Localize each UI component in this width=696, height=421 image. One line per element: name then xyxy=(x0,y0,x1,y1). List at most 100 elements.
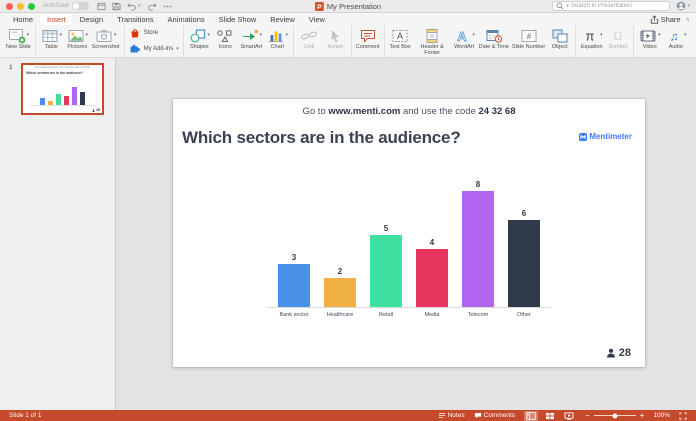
slide-editing-area[interactable]: Go to www.menti.com and use the code 24 … xyxy=(173,99,645,367)
slide-thumbnail[interactable]: Go to www.menti.com and use the code 24 … xyxy=(21,63,104,115)
zoom-out-icon[interactable]: − xyxy=(585,411,590,420)
comments-button[interactable]: Comments xyxy=(474,412,515,419)
my-add-ins-caret-icon[interactable]: ▾ xyxy=(176,46,179,52)
my-add-ins-button[interactable]: My Add-ins ▾ xyxy=(129,43,179,55)
tab-animations[interactable]: Animations xyxy=(161,14,212,25)
text-box-button[interactable]: A Text Box xyxy=(388,27,413,50)
slide-sorter-icon[interactable] xyxy=(543,411,557,421)
fit-slide-icon[interactable] xyxy=(679,411,687,420)
collapse-ribbon-icon[interactable]: ∧ xyxy=(686,16,690,23)
store-button[interactable]: Store xyxy=(129,27,158,39)
bar-value-label: 2 xyxy=(337,267,343,276)
shapes-caret-icon[interactable]: ▾ xyxy=(208,32,211,39)
undo-caret-icon[interactable]: ▾ xyxy=(138,3,141,9)
video-caret-icon[interactable]: ▾ xyxy=(658,32,661,39)
link-icon xyxy=(300,28,318,44)
bar-rect xyxy=(462,191,494,307)
screenshot-caret-icon[interactable]: ▾ xyxy=(114,32,117,39)
ribbon-group: ▾ Video ♫ ▾ Audio xyxy=(634,25,691,57)
tab-slide-show[interactable]: Slide Show xyxy=(212,14,264,25)
tab-insert[interactable]: Insert xyxy=(40,13,73,25)
tab-view[interactable]: View xyxy=(302,14,332,25)
video-button[interactable]: ▾ Video xyxy=(637,27,662,50)
tab-design[interactable]: Design xyxy=(73,14,110,25)
bar-bank-sector: 3 xyxy=(278,253,310,307)
quick-access-toolbar: ▾ xyxy=(97,2,172,11)
wordart-caret-icon[interactable]: ▾ xyxy=(472,32,475,39)
zoom-slider[interactable] xyxy=(593,413,636,418)
smartart-caret-icon[interactable]: ▾ xyxy=(260,32,263,39)
smartart-icon xyxy=(241,28,259,44)
tab-review[interactable]: Review xyxy=(263,14,302,25)
notes-button[interactable]: Notes xyxy=(438,412,465,419)
icons-button[interactable]: Icons xyxy=(213,27,238,50)
search-input[interactable] xyxy=(571,3,667,9)
tab-home[interactable]: Home xyxy=(6,14,40,25)
normal-view-icon[interactable] xyxy=(524,410,539,421)
zoom-control: − + xyxy=(585,411,645,420)
zoom-in-icon[interactable]: + xyxy=(640,411,645,420)
ribbon-group: A Text Box Header & Footer A ▾ WordArt Date & … xyxy=(385,25,577,57)
thumb-bar xyxy=(80,91,85,105)
chart-caret-icon[interactable]: ▾ xyxy=(286,32,289,39)
autosave-control[interactable]: AutoSave xyxy=(43,2,90,10)
search-box[interactable]: ▾ xyxy=(552,1,671,11)
close-window-icon[interactable] xyxy=(6,2,13,10)
header-footer-button[interactable]: Header & Footer xyxy=(414,27,451,57)
new-slide-label: New Slide xyxy=(6,44,31,50)
zoom-window-icon[interactable] xyxy=(28,2,35,10)
more-icon[interactable] xyxy=(163,2,172,11)
object-label: Object xyxy=(551,44,568,50)
autosave-toggle[interactable] xyxy=(72,2,90,10)
comments-label: Comments xyxy=(483,412,516,419)
thumb-bar xyxy=(64,96,69,105)
date-time-button[interactable]: Date & Time xyxy=(478,27,510,50)
object-button[interactable]: Object xyxy=(547,27,572,50)
person-icon xyxy=(606,348,616,358)
category-label: Healthcare xyxy=(326,312,354,318)
search-scope-caret-icon[interactable]: ▾ xyxy=(566,3,569,9)
window-icon[interactable] xyxy=(97,2,106,11)
action-label: Action xyxy=(327,44,343,50)
tab-transitions[interactable]: Transitions xyxy=(110,14,160,25)
screenshot-button[interactable]: ▾ Screenshot xyxy=(91,27,121,50)
save-icon[interactable] xyxy=(112,2,121,11)
equation-button[interactable]: π ▾ Equation xyxy=(579,27,604,50)
slideshow-icon[interactable] xyxy=(562,411,576,421)
minimize-window-icon[interactable] xyxy=(17,2,24,10)
thumb-bar xyxy=(40,98,45,105)
new-slide-button[interactable]: ▾ New Slide xyxy=(5,27,32,50)
document-title-area: P My Presentation xyxy=(314,1,381,11)
svg-text:Ω: Ω xyxy=(613,29,622,43)
pictures-button[interactable]: ▾ Pictures xyxy=(65,27,90,50)
share-button[interactable]: Share xyxy=(650,15,681,24)
redo-icon[interactable] xyxy=(147,2,157,11)
symbol-button: Ω Symbol xyxy=(605,27,630,51)
object-icon xyxy=(551,28,569,44)
bar-rect xyxy=(324,278,356,307)
autosave-label: AutoSave xyxy=(43,3,70,9)
comment-button[interactable]: Comment xyxy=(355,27,381,50)
chart-button[interactable]: ▾ Chart xyxy=(265,27,290,50)
audio-caret-icon[interactable]: ▾ xyxy=(684,32,687,39)
text-box-label: Text Box xyxy=(389,44,411,50)
new-slide-caret-icon[interactable]: ▾ xyxy=(27,32,30,39)
pictures-caret-icon[interactable]: ▾ xyxy=(86,32,89,39)
table-caret-icon[interactable]: ▾ xyxy=(60,32,63,39)
zoom-slider-knob[interactable] xyxy=(612,413,618,418)
link-button: Link xyxy=(297,27,322,50)
bar-rect xyxy=(416,249,448,307)
wordart-button[interactable]: A ▾ WordArt xyxy=(452,27,477,50)
shapes-button[interactable]: ▾ Shapes xyxy=(187,27,212,50)
mentimeter-brand: Mentimeter xyxy=(579,132,632,141)
smartart-button[interactable]: ▾ SmartArt xyxy=(239,27,264,50)
powerpoint-window: AutoSave ▾ P My Presentation ▾ ▾ HomeIns… xyxy=(0,0,696,421)
slide-number-button[interactable]: # Slide Number xyxy=(511,27,546,50)
table-button[interactable]: ▾ Table xyxy=(39,27,64,50)
x-axis-line xyxy=(267,307,551,308)
account-icon[interactable]: ▾ xyxy=(676,1,690,11)
undo-icon[interactable]: ▾ xyxy=(127,2,141,11)
audio-button[interactable]: ♫ ▾ Audio xyxy=(663,27,688,50)
ribbon-group: ▾ Shapes Icons ▾ SmartArt ▾ Chart xyxy=(184,25,294,57)
equation-caret-icon[interactable]: ▾ xyxy=(600,32,603,39)
